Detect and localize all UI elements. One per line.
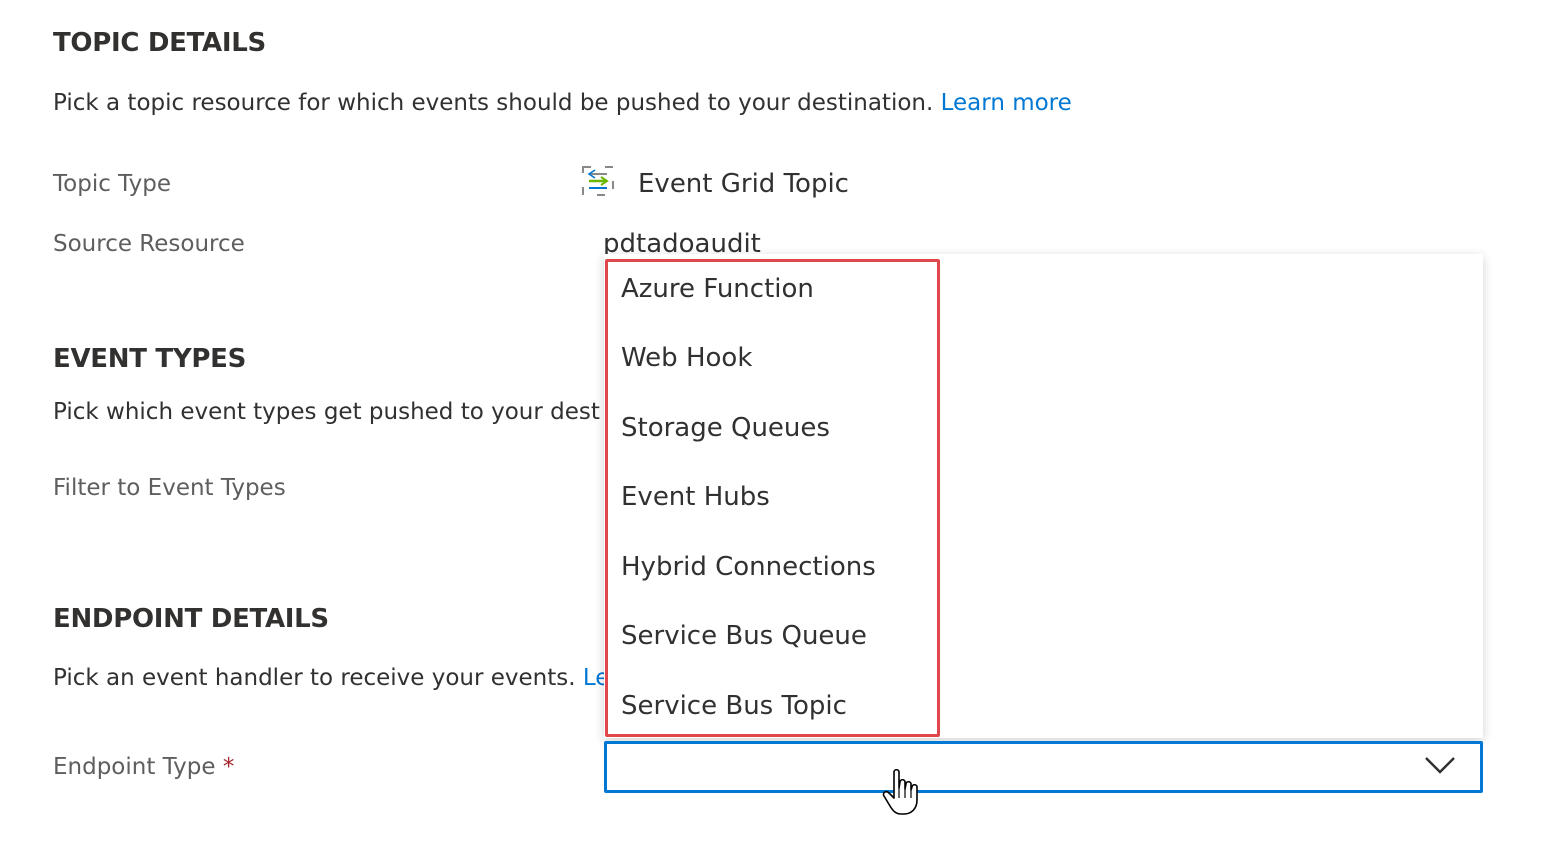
event-types-description: Pick which event types get pushed to you… bbox=[53, 399, 600, 425]
event-types-heading: EVENT TYPES bbox=[53, 344, 246, 374]
topic-type-value: Event Grid Topic bbox=[638, 169, 849, 199]
endpoint-details-heading: ENDPOINT DETAILS bbox=[53, 604, 329, 634]
endpoint-details-description: Pick an event handler to receive your ev… bbox=[53, 665, 609, 691]
endpoint-type-label: Endpoint Type * bbox=[53, 754, 234, 780]
filter-event-types-label: Filter to Event Types bbox=[53, 475, 286, 501]
chevron-down-icon[interactable] bbox=[1424, 754, 1456, 780]
topic-learn-more-link[interactable]: Learn more bbox=[941, 90, 1072, 116]
endpoint-details-description-text: Pick an event handler to receive your ev… bbox=[53, 665, 576, 691]
required-marker: * bbox=[222, 754, 235, 780]
event-grid-icon bbox=[582, 166, 614, 200]
hand-cursor-icon bbox=[882, 768, 922, 822]
topic-type-label: Topic Type bbox=[53, 171, 171, 197]
topic-details-description: Pick a topic resource for which events s… bbox=[53, 90, 1072, 116]
options-highlight-box bbox=[605, 259, 940, 737]
endpoint-type-label-text: Endpoint Type bbox=[53, 754, 216, 780]
topic-details-heading: TOPIC DETAILS bbox=[53, 28, 266, 58]
source-resource-label: Source Resource bbox=[53, 231, 245, 257]
endpoint-type-select[interactable] bbox=[604, 741, 1483, 793]
topic-details-description-text: Pick a topic resource for which events s… bbox=[53, 90, 934, 116]
